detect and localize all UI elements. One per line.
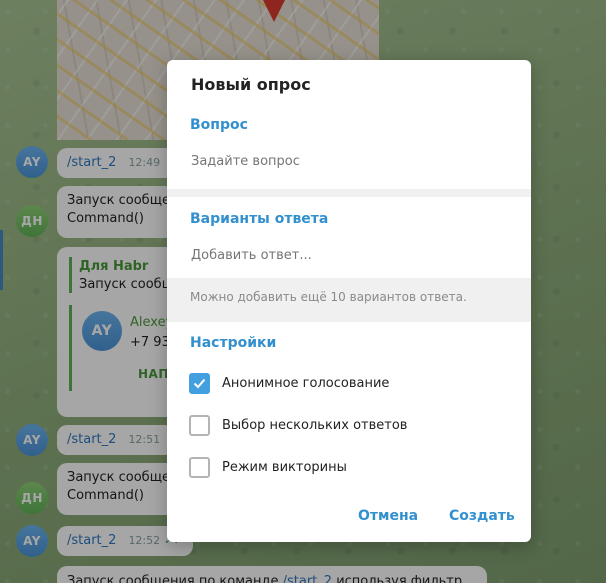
answers-label: Варианты ответа: [190, 211, 329, 227]
question-input[interactable]: [191, 154, 501, 169]
quiz-mode-option[interactable]: Режим викторины: [189, 456, 347, 478]
create-button[interactable]: Создать: [449, 508, 515, 524]
question-label: Вопрос: [190, 117, 248, 133]
anonymous-voting-option[interactable]: Анонимное голосование: [189, 372, 389, 394]
new-poll-dialog: Новый опрос Вопрос Варианты ответа Можно…: [167, 60, 531, 542]
answer-input[interactable]: [191, 248, 501, 263]
option-label: Анонимное голосование: [222, 375, 390, 391]
check-icon: [193, 378, 206, 388]
option-label: Режим викторины: [222, 459, 347, 475]
checkbox[interactable]: [189, 456, 210, 478]
cancel-button[interactable]: Отмена: [358, 508, 418, 524]
section-divider: [167, 189, 531, 197]
multiple-answers-option[interactable]: Выбор нескольких ответов: [189, 414, 407, 436]
option-label: Выбор нескольких ответов: [222, 417, 408, 433]
dialog-title: Новый опрос: [191, 75, 311, 94]
settings-label: Настройки: [190, 335, 277, 351]
checkbox[interactable]: [189, 372, 210, 394]
answers-hint: Можно добавить ещё 10 вариантов ответа.: [190, 290, 467, 304]
checkbox[interactable]: [189, 414, 210, 436]
